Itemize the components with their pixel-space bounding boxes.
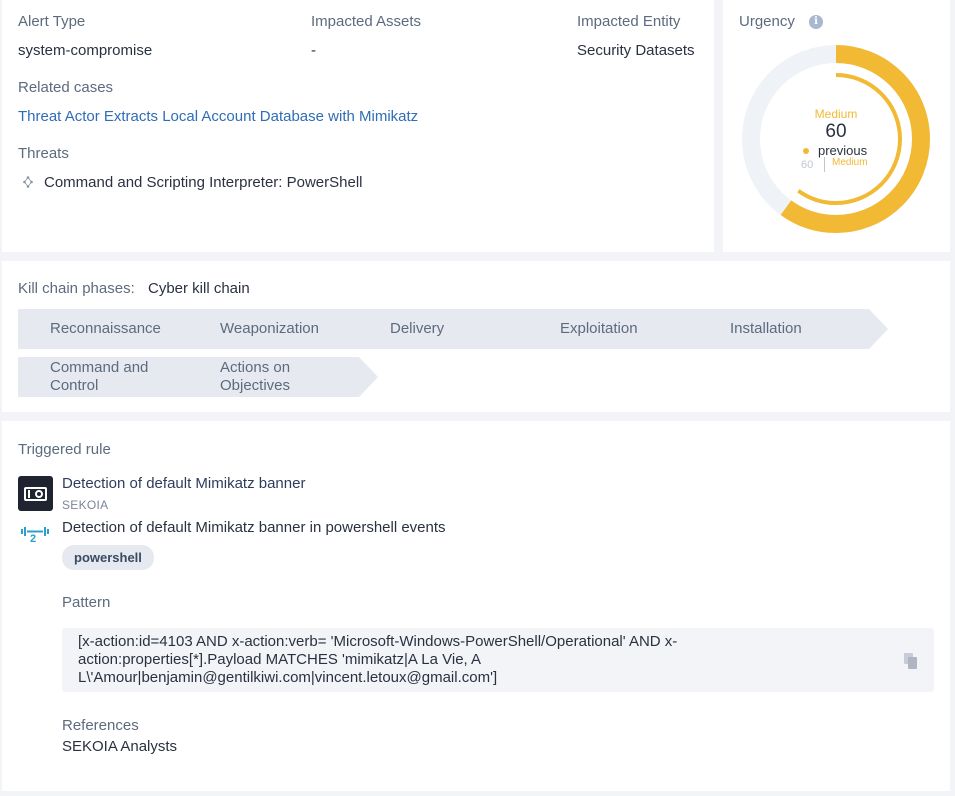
phase-label: Weaponization xyxy=(220,320,319,337)
pattern-line: action:properties[*].Payload MATCHES 'mi… xyxy=(78,651,482,668)
references-value: SEKOIA Analysts xyxy=(62,738,178,755)
urgency-title: Urgency xyxy=(739,13,795,30)
phase-delivery[interactable]: Delivery xyxy=(358,309,548,349)
threats-label: Threats xyxy=(18,145,69,162)
phase-command-and-control[interactable]: Command and Control xyxy=(18,357,208,397)
impacted-assets-value: - xyxy=(311,42,316,59)
pattern-box: [x-action:id=4103 AND x-action:verb= 'Mi… xyxy=(62,628,934,692)
threat-technique-icon xyxy=(21,175,35,189)
triggered-rule-card: Triggered rule Detection of default Mimi… xyxy=(2,421,950,791)
urgency-card: Urgency i Medium 60 previous 60 Medium xyxy=(723,0,950,252)
pattern-line: L\'Amour|benjamin@gentilkiwi.com|vincent… xyxy=(78,669,498,686)
phase-label: Delivery xyxy=(390,320,445,337)
rule-name[interactable]: Detection of default Mimikatz banner xyxy=(62,475,305,492)
pattern-text[interactable]: [x-action:id=4103 AND x-action:verb= 'Mi… xyxy=(78,633,677,687)
impacted-entity-label: Impacted Entity xyxy=(577,13,681,30)
phase-weaponization[interactable]: Weaponization xyxy=(188,309,378,349)
alert-details-card: Alert Type system-compromise Impacted As… xyxy=(2,0,714,252)
effort-level-number: 2 xyxy=(30,533,37,545)
pattern-line: [x-action:id=4103 AND x-action:verb= 'Mi… xyxy=(78,633,678,650)
urgency-level: Medium xyxy=(814,107,858,121)
phase-exploitation[interactable]: Exploitation xyxy=(528,309,718,349)
urgency-previous-value: 60 xyxy=(801,159,814,171)
pattern-label: Pattern xyxy=(62,594,111,611)
phase-installation[interactable]: Installation xyxy=(698,309,888,349)
alert-type-value: system-compromise xyxy=(18,42,153,59)
threat-item[interactable]: Command and Scripting Interpreter: Power… xyxy=(44,174,363,191)
rule-logo-icon xyxy=(18,476,53,511)
phase-reconnaissance[interactable]: Reconnaissance xyxy=(18,309,208,349)
phase-label: Exploitation xyxy=(560,320,638,337)
phase-actions-on-objectives[interactable]: Actions on Objectives xyxy=(188,357,378,397)
urgency-previous-level: Medium xyxy=(832,157,868,168)
kill-chain-label: Kill chain phases: xyxy=(18,280,135,297)
phase-label-line2: Control xyxy=(50,377,99,394)
previous-dot-icon xyxy=(803,148,809,154)
info-icon[interactable]: i xyxy=(809,15,823,29)
related-case-link[interactable]: Threat Actor Extracts Local Account Data… xyxy=(18,108,418,125)
rule-description: Detection of default Mimikatz banner in … xyxy=(62,519,446,536)
kill-chain-name[interactable]: Cyber kill chain xyxy=(148,280,250,297)
rule-tag[interactable]: powershell xyxy=(62,545,154,570)
impacted-assets-label: Impacted Assets xyxy=(311,13,422,30)
alert-type-label: Alert Type xyxy=(18,13,86,30)
triggered-rule-label: Triggered rule xyxy=(18,441,111,458)
phase-label: Installation xyxy=(730,320,802,337)
impacted-entity-value: Security Datasets xyxy=(577,42,695,59)
previous-divider xyxy=(824,157,825,172)
urgency-value: 60 xyxy=(825,121,847,142)
references-label: References xyxy=(62,717,139,734)
phase-label-line1: Actions on xyxy=(220,359,291,376)
phase-label-line1: Command and xyxy=(50,359,149,376)
urgency-previous-label: previous xyxy=(818,143,868,158)
kill-chain-card: Kill chain phases: Cyber kill chain Reco… xyxy=(2,261,950,412)
phase-label-line2: Objectives xyxy=(220,377,291,394)
copy-icon[interactable] xyxy=(903,652,919,670)
phase-label: Reconnaissance xyxy=(50,320,161,337)
related-cases-label: Related cases xyxy=(18,79,114,96)
rule-author: SEKOIA xyxy=(62,498,109,512)
